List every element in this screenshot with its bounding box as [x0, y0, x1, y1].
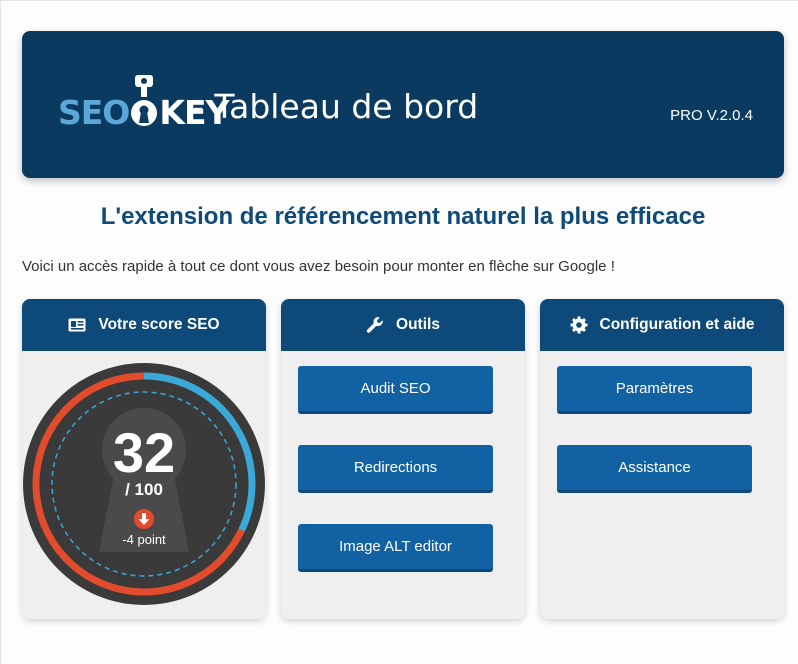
seo-score-value: 32: [112, 421, 176, 484]
page-title: - Tableau de bord: [192, 87, 479, 126]
arrow-down-circle-icon: [134, 509, 154, 529]
gear-icon: [570, 316, 588, 334]
config-help-card-title: Configuration et aide: [599, 316, 755, 333]
intro-text: Voici un accès rapide à tout ce dont vou…: [22, 258, 615, 275]
image-alt-editor-button[interactable]: Image ALT editor: [298, 524, 493, 572]
assistance-button[interactable]: Assistance: [557, 445, 752, 493]
seo-score-max: / 100: [125, 480, 163, 499]
audit-seo-button[interactable]: Audit SEO: [298, 366, 493, 414]
wrench-icon: [366, 316, 384, 334]
seo-score-card: Votre score SEO 32 / 100 -4 point: [22, 299, 266, 619]
key-logo-icon: [131, 75, 158, 126]
tools-card-header: Outils: [281, 299, 525, 351]
id-card-icon: [68, 316, 86, 334]
config-help-card: Configuration et aide Paramètres Assista…: [540, 299, 784, 619]
dashboard-header: SEO KEY - Tableau de bord PRO V.2.0.4: [22, 31, 784, 178]
tools-card: Outils Audit SEO Redirections Image ALT …: [281, 299, 525, 619]
logo-seo-text: SEO: [58, 93, 130, 132]
redirections-button[interactable]: Redirections: [298, 445, 493, 493]
tools-card-title: Outils: [396, 316, 440, 333]
seo-score-change: -4 point: [122, 532, 166, 547]
seo-score-card-title: Votre score SEO: [98, 316, 220, 333]
config-help-card-header: Configuration et aide: [540, 299, 784, 351]
parametres-button[interactable]: Paramètres: [557, 366, 752, 414]
tagline: L'extension de référencement naturel la …: [100, 203, 706, 230]
seo-score-card-header: Votre score SEO: [22, 299, 266, 351]
version-badge: PRO V.2.0.4: [670, 107, 753, 124]
